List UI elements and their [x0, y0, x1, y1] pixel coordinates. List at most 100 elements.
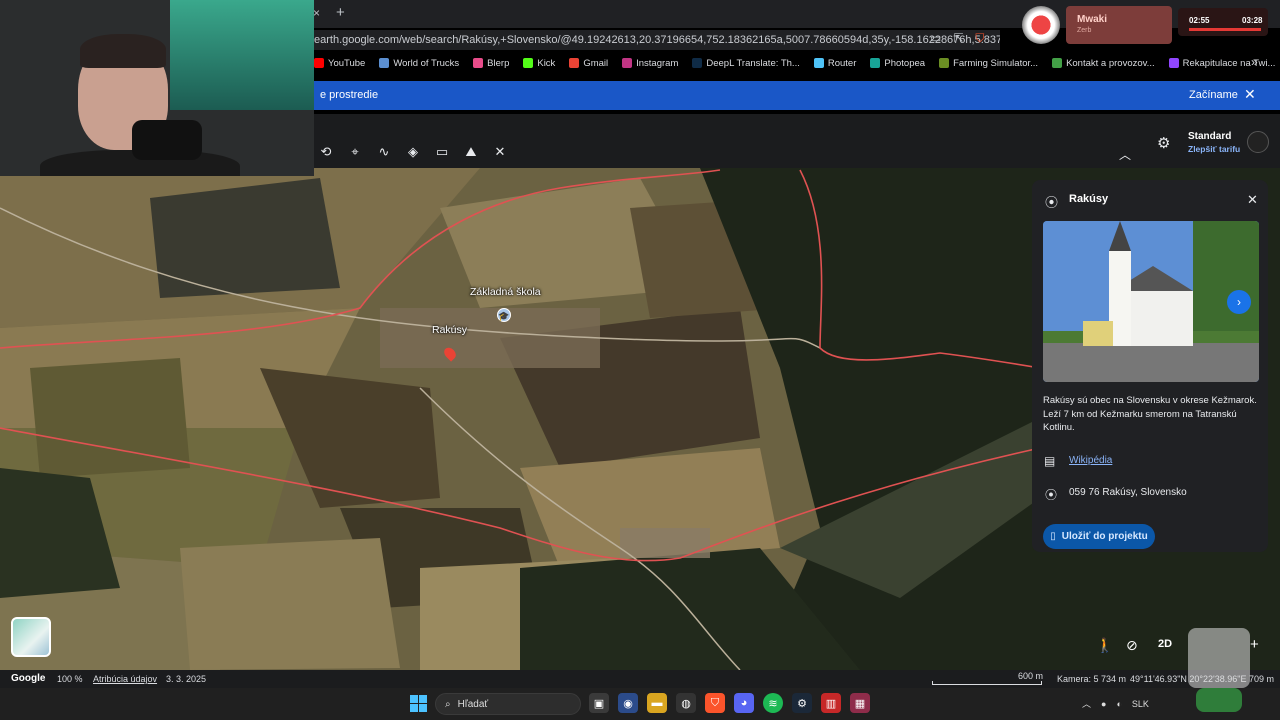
bookmark-label: Router	[827, 57, 857, 69]
app-icon-1[interactable]: ◉	[618, 693, 638, 713]
map-label-town[interactable]: Rakúsy	[432, 324, 467, 336]
tray-app-icon[interactable]: ●	[1101, 699, 1106, 709]
bookmark-favicon-icon	[813, 58, 824, 68]
task-view-icon[interactable]: ▣	[589, 693, 609, 713]
bookmark-item[interactable]: Instagram	[622, 58, 678, 69]
tools-icon[interactable]: ✕	[492, 144, 508, 160]
bookmark-label: Blerp	[487, 57, 510, 69]
volume-icon[interactable]: ◐	[1116, 699, 1121, 709]
bookmark-favicon-icon	[473, 58, 484, 68]
bookmark-item[interactable]: Router	[813, 57, 857, 69]
chevron-right-icon[interactable]: ›	[1227, 290, 1251, 314]
brave-browser-icon[interactable]: ⛉	[705, 693, 725, 713]
wikipedia-link[interactable]: Wikipédia	[1069, 455, 1112, 466]
info-banner	[314, 81, 1280, 110]
zoom-level[interactable]: 100 %	[57, 674, 83, 684]
google-logo: Google	[11, 673, 46, 684]
bookmark-label: DeepL Translate: Th...	[706, 57, 800, 69]
compass-icon[interactable]: ⊘	[1126, 637, 1138, 654]
save-to-project-button[interactable]: ▯ Uložiť do projektu	[1043, 524, 1155, 549]
data-attribution-link[interactable]: Atribúcia údajov	[93, 674, 157, 684]
placemark-icon[interactable]: ⌖	[347, 144, 363, 160]
bookmark-item[interactable]: Kontakt a provozov...	[1052, 58, 1155, 69]
bookmark-label: Kontakt a provozov...	[1066, 57, 1155, 69]
bookmark-item[interactable]: Photopea	[870, 58, 925, 69]
bookmark-item[interactable]: World of Trucks	[379, 58, 459, 69]
place-address: 059 76 Rakúsy, Slovensko	[1069, 487, 1187, 498]
chevron-up-icon[interactable]: ︿	[1082, 697, 1091, 710]
webcam-overlay	[0, 0, 314, 176]
bookmark-label: Photopea	[884, 57, 926, 69]
bookmark-favicon-icon	[569, 58, 580, 68]
now-playing-artist: Zerb	[1077, 27, 1092, 34]
taskbar-apps: ▣ ◉ ▬ ◍ ⛉ ◕ ≋ ⚙ ▥ ▦	[589, 693, 870, 713]
layers-icon[interactable]: ◈	[405, 144, 421, 160]
pegman-icon[interactable]: 🚶	[1096, 637, 1113, 654]
plan-label: Standard	[1188, 131, 1232, 142]
bookmark-item[interactable]: Farming Simulator...	[939, 58, 1038, 69]
bookmark-favicon-icon	[523, 58, 534, 68]
taskbar-search-placeholder: Hľadať	[457, 698, 489, 710]
bookmark-item[interactable]: Blerp	[473, 58, 509, 69]
keyboard-language[interactable]: SLK	[1132, 699, 1149, 709]
shield-icon[interactable]: ⛉	[975, 31, 984, 46]
track-elapsed: 02:55	[1189, 16, 1210, 25]
bookmark-icon: ▯	[1050, 531, 1056, 542]
pin-icon: ⦿	[1045, 195, 1059, 210]
gear-icon[interactable]: ⚙	[1157, 134, 1170, 152]
banner-start-button[interactable]: Začíname	[1189, 89, 1238, 101]
webcam-background	[170, 0, 314, 110]
path-icon[interactable]: ∿	[376, 144, 392, 160]
panel-close-icon[interactable]: ✕	[1247, 192, 1258, 208]
share-icon[interactable]: ⇱	[953, 31, 963, 46]
avatar[interactable]	[1247, 131, 1269, 153]
webcam-person-hair	[80, 34, 166, 68]
bookmark-item[interactable]: Kick	[523, 58, 555, 69]
bookmark-label: World of Trucks	[393, 57, 460, 69]
cast-icon[interactable]: ▭	[930, 31, 941, 46]
bookmark-item[interactable]: YouTube	[314, 58, 365, 69]
spotify-icon[interactable]: ≋	[763, 693, 783, 713]
taskbar-search[interactable]: ⌕ Hľadať	[435, 693, 581, 715]
save-button-label: Uložiť do projektu	[1061, 531, 1148, 542]
bookmark-favicon-icon	[622, 58, 633, 68]
bookmarks-more-icon[interactable]: »	[1251, 55, 1258, 69]
bookmark-favicon-icon	[692, 58, 703, 68]
map-label-school[interactable]: Základná škola	[470, 286, 541, 298]
windows-start-icon[interactable]	[410, 695, 427, 712]
search-icon: ⌕	[445, 698, 451, 710]
track-total: 03:28	[1242, 16, 1263, 25]
file-explorer-icon[interactable]: ▬	[647, 693, 667, 713]
app-icon-2[interactable]: ▦	[850, 693, 870, 713]
toggle-2d-button[interactable]: 2D	[1158, 638, 1172, 650]
bookmark-favicon-icon	[1168, 58, 1179, 68]
place-description: Rakúsy sú obec na Slovensku v okrese Kež…	[1043, 395, 1257, 433]
bookmark-item[interactable]: Rekapitulace na Twi...	[1168, 58, 1275, 69]
map-style-thumbnail[interactable]	[11, 617, 51, 657]
measure-icon[interactable]: ▭	[434, 144, 450, 160]
voicemeeter-icon[interactable]: ▥	[821, 693, 841, 713]
bookmark-label: Instagram	[636, 57, 679, 69]
address-bar-actions: ▭ ⇱ ⛉	[930, 31, 984, 46]
address-bar[interactable]: earth.google.com/web/search/Rakúsy,+Slov…	[314, 30, 1000, 50]
plant-overlay	[1196, 688, 1242, 712]
steam-icon[interactable]: ⚙	[792, 693, 812, 713]
obs-icon[interactable]: ◍	[676, 693, 696, 713]
article-icon: ▤	[1044, 454, 1056, 468]
banner-close-icon[interactable]: ✕	[1244, 86, 1256, 103]
camera-altitude: Kamera: 5 734 m	[1057, 674, 1127, 684]
new-tab-icon[interactable]: +	[336, 4, 345, 21]
bookmark-item[interactable]: DeepL Translate: Th...	[692, 57, 800, 69]
discord-icon[interactable]: ◕	[734, 693, 754, 713]
school-icon[interactable]: 🎓	[497, 308, 511, 322]
upgrade-link[interactable]: Zlepšiť tarifu	[1188, 144, 1240, 154]
chart-icon[interactable]: ⛰	[463, 144, 479, 160]
bookmark-label: Kick	[537, 57, 556, 69]
chevron-up-icon[interactable]: ︿	[1119, 146, 1131, 163]
tab-close-icon[interactable]: ×	[313, 6, 320, 20]
history-icon[interactable]: ⟲	[318, 144, 334, 160]
zoom-in-button[interactable]: +	[1250, 636, 1259, 653]
bookmark-item[interactable]: Gmail	[569, 58, 608, 69]
microphone	[132, 120, 202, 160]
bookmarks-bar: YouTube World of Trucks Blerp Kick Gmail Inst…	[314, 53, 1280, 73]
